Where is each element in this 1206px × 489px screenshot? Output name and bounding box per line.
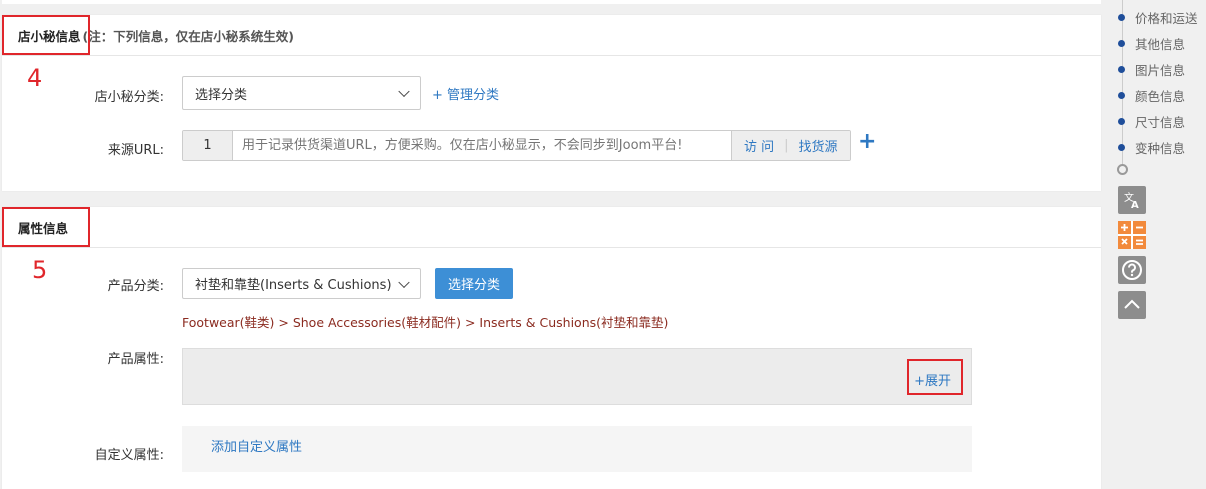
- product-attr-box: +展开: [182, 348, 972, 405]
- product-category-value: 衬垫和靠垫(Inserts & Cushions): [195, 278, 392, 293]
- side-nav-label: 颜色信息: [1135, 89, 1186, 104]
- source-url-label: 来源URL:: [107, 143, 164, 158]
- source-url-actions: 访 问 | 找货源: [731, 131, 850, 160]
- side-nav-label: 图片信息: [1135, 63, 1186, 78]
- side-nav-item[interactable]: 图片信息: [1118, 60, 1185, 79]
- product-category-select[interactable]: 衬垫和靠垫(Inserts & Cushions): [182, 268, 421, 299]
- annotation-number-5: 5: [32, 256, 48, 284]
- store-info-header: 店小秘信息 (注：下列信息，仅在店小秘系统生效): [2, 15, 1101, 56]
- nav-dot-icon: [1118, 66, 1125, 73]
- side-nav-item[interactable]: 颜色信息: [1118, 86, 1185, 105]
- nav-dot-icon: [1118, 40, 1125, 47]
- calculator-icon[interactable]: [1118, 221, 1146, 249]
- manage-category-link[interactable]: + 管理分类: [432, 84, 499, 103]
- side-nav-item[interactable]: 尺寸信息: [1118, 112, 1185, 131]
- chevron-down-icon: [398, 276, 410, 288]
- annotation-number-4: 4: [27, 64, 43, 92]
- product-attr-label: 产品属性:: [107, 352, 164, 367]
- find-source-button[interactable]: 找货源: [799, 136, 838, 155]
- store-category-value: 选择分类: [195, 87, 248, 103]
- annotation-box-attribute-info: [2, 207, 90, 247]
- source-url-group: 1 访 问 | 找货源: [182, 130, 851, 161]
- nav-dot-icon: [1118, 14, 1125, 21]
- attribute-info-panel: 属性信息 产品分类: 衬垫和靠垫(Inserts & Cushions) 选择分…: [2, 207, 1101, 489]
- back-to-top-icon[interactable]: [1118, 291, 1146, 319]
- nav-end-ring-icon: [1117, 164, 1128, 175]
- product-category-label: 产品分类:: [107, 279, 164, 294]
- store-category-select[interactable]: 选择分类: [182, 76, 421, 110]
- action-separator: |: [784, 138, 789, 153]
- choose-category-button[interactable]: 选择分类: [435, 268, 513, 299]
- custom-attr-label: 自定义属性:: [94, 448, 164, 463]
- nav-dot-icon: [1118, 144, 1125, 151]
- annotation-box-store-info: [2, 15, 90, 55]
- store-category-label: 店小秘分类:: [94, 90, 164, 105]
- side-nav-item[interactable]: 其他信息: [1118, 34, 1185, 53]
- side-nav-label: 尺寸信息: [1135, 115, 1186, 130]
- nav-dot-icon: [1118, 118, 1125, 125]
- add-url-icon[interactable]: +: [858, 129, 876, 154]
- side-nav-item[interactable]: 变种信息: [1118, 138, 1185, 157]
- custom-attr-box: 添加自定义属性: [182, 426, 972, 472]
- store-info-panel: 店小秘信息 (注：下列信息，仅在店小秘系统生效) 店小秘分类: 选择分类 + 管…: [2, 15, 1101, 191]
- side-nav-label: 价格和运送: [1135, 11, 1198, 26]
- add-custom-attr-link[interactable]: 添加自定义属性: [211, 436, 302, 455]
- visit-button[interactable]: 访 问: [744, 136, 774, 155]
- store-info-note: (注：下列信息，仅在店小秘系统生效): [82, 28, 294, 44]
- side-nav-item[interactable]: 价格和运送: [1118, 8, 1198, 27]
- nav-dot-icon: [1118, 92, 1125, 99]
- source-url-index: 1: [183, 131, 233, 160]
- svg-text:A: A: [1131, 200, 1139, 210]
- translate-icon[interactable]: 文 A: [1118, 186, 1146, 214]
- side-nav-label: 变种信息: [1135, 141, 1186, 156]
- chevron-down-icon: [398, 85, 410, 98]
- attribute-info-header: 属性信息: [2, 207, 1101, 248]
- previous-panel-edge: [2, 0, 1101, 4]
- category-path: Footwear(鞋类) > Shoe Accessories(鞋材配件) > …: [182, 315, 669, 330]
- side-nav-label: 其他信息: [1135, 37, 1186, 52]
- annotation-box-expand: [907, 359, 963, 395]
- source-url-input[interactable]: [233, 131, 731, 160]
- help-icon[interactable]: [1118, 256, 1146, 284]
